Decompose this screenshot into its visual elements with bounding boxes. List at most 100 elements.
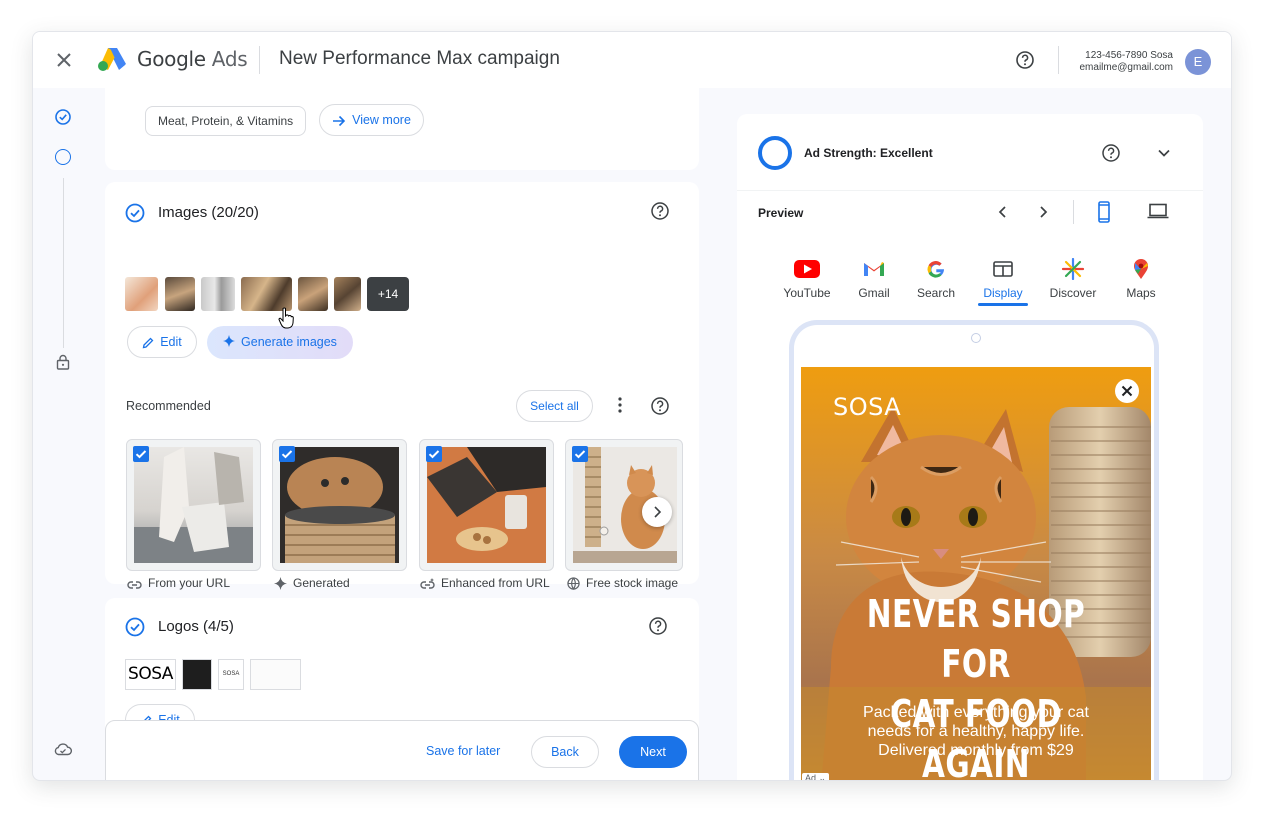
ad-body-text: Packed with everything your cat needs fo…: [801, 703, 1151, 760]
pencil-icon: [142, 337, 154, 349]
channel-tab-search[interactable]: Search: [905, 258, 967, 300]
image-thumbnail[interactable]: [241, 277, 292, 311]
help-icon[interactable]: [1101, 143, 1121, 163]
logo-thumbnail[interactable]: SOSA: [218, 659, 244, 690]
save-for-later-button[interactable]: Save for later: [426, 744, 500, 758]
recommended-caption: Enhanced from URL: [420, 576, 550, 590]
link-enhanced-icon: [420, 578, 435, 589]
display-ad-preview: SOSA NEVER SHOP FOR CAT FOOD AGAIN Packe…: [801, 367, 1151, 780]
category-chip[interactable]: Meat, Protein, & Vitamins: [145, 106, 307, 136]
channel-tab-discover[interactable]: Discover: [1042, 258, 1104, 300]
edit-images-button[interactable]: Edit: [127, 326, 197, 358]
image-thumbnail[interactable]: [125, 277, 158, 311]
google-icon: [927, 261, 945, 278]
phone-camera: [971, 333, 981, 343]
checkbox-checked-icon[interactable]: [133, 446, 149, 462]
page-title: New Performance Max campaign: [279, 48, 560, 69]
channel-tab-youtube[interactable]: YouTube: [776, 258, 838, 300]
image-thumbnail[interactable]: [334, 277, 361, 311]
header-divider: [259, 46, 260, 74]
chevron-left-icon[interactable]: [996, 205, 1010, 219]
close-icon[interactable]: [53, 49, 75, 71]
more-options-icon[interactable]: [616, 396, 624, 414]
avatar[interactable]: E: [1185, 49, 1211, 75]
section-complete-icon: [125, 617, 145, 637]
channel-tab-gmail[interactable]: Gmail: [843, 258, 905, 300]
recommended-caption: Generated: [274, 576, 350, 590]
next-button[interactable]: Next: [619, 736, 687, 768]
image-thumbnail[interactable]: [201, 277, 235, 311]
select-all-button[interactable]: Select all: [516, 390, 593, 422]
brand-name: Google Ads: [137, 47, 248, 71]
generate-label: Generate images: [241, 335, 337, 349]
ad-close-button[interactable]: [1115, 379, 1139, 403]
account-phone: 123-456-7890 Sosa: [1085, 50, 1173, 61]
cloud-saved-icon: [54, 743, 72, 756]
step-complete-icon[interactable]: [55, 109, 71, 125]
sparkle-icon: [223, 335, 236, 347]
image-thumbnail[interactable]: [298, 277, 328, 311]
back-button[interactable]: Back: [531, 736, 599, 768]
top-bar: Google Ads New Performance Max campaign …: [33, 32, 1231, 88]
gmail-icon: [864, 262, 884, 276]
help-icon[interactable]: [648, 616, 668, 636]
channel-label: Display: [983, 286, 1023, 300]
step-connector: [63, 178, 64, 348]
arrow-right-icon: [333, 115, 346, 126]
view-more-label: View more: [352, 113, 411, 127]
view-more-button[interactable]: View more: [319, 104, 424, 136]
channel-tab-display[interactable]: Display: [972, 258, 1034, 306]
display-icon: [993, 261, 1013, 277]
checkbox-checked-icon[interactable]: [426, 446, 442, 462]
lock-icon: [56, 354, 70, 370]
section-complete-icon: [125, 203, 145, 223]
channel-tab-maps[interactable]: Maps: [1110, 258, 1172, 300]
ad-badge: Ad ⌄: [802, 773, 830, 780]
maps-icon: [1134, 259, 1148, 279]
recommended-image-card[interactable]: [272, 439, 407, 571]
help-icon[interactable]: [650, 201, 670, 221]
channel-label: YouTube: [783, 286, 831, 300]
logo-thumbnail[interactable]: SOSA: [125, 659, 176, 690]
ad-strength-label: Ad Strength: Excellent: [804, 146, 933, 160]
help-icon[interactable]: [650, 396, 670, 416]
checkbox-checked-icon[interactable]: [279, 446, 295, 462]
logo-thumbnail[interactable]: [250, 659, 301, 690]
ad-headline-line: NEVER SHOP FOR: [866, 592, 1086, 686]
channel-label: Discover: [1049, 286, 1097, 300]
youtube-icon: [794, 260, 820, 278]
sparkle-icon: [274, 577, 287, 590]
recommended-image-card[interactable]: [419, 439, 554, 571]
more-images-badge[interactable]: +14: [367, 277, 409, 311]
mobile-device-icon[interactable]: [1097, 201, 1111, 223]
app-window: Google Ads New Performance Max campaign …: [32, 31, 1232, 781]
recommended-label: Recommended: [126, 399, 211, 413]
hand-pointer-icon: [278, 307, 294, 329]
globe-icon: [567, 577, 580, 591]
desktop-device-icon[interactable]: [1147, 203, 1169, 219]
chevron-down-icon[interactable]: [1156, 145, 1172, 161]
phone-preview-frame: SOSA NEVER SHOP FOR CAT FOOD AGAIN Packe…: [789, 320, 1159, 780]
divider: [737, 190, 1203, 191]
footer-bar: Save for later Back Next: [105, 720, 699, 780]
discover-icon: [1061, 258, 1085, 280]
chevron-right-icon[interactable]: [1036, 205, 1050, 219]
help-icon[interactable]: [1015, 50, 1035, 70]
divider: [1073, 200, 1074, 224]
recommended-caption: Free stock image: [567, 576, 678, 591]
step-current-icon[interactable]: [55, 149, 71, 165]
preview-label: Preview: [758, 206, 804, 220]
account-info[interactable]: 123-456-7890 Sosa emailme@gmail.com: [1073, 50, 1173, 74]
generate-images-button[interactable]: Generate images: [207, 326, 353, 359]
account-email: emailme@gmail.com: [1079, 62, 1173, 73]
active-tab-indicator: [978, 303, 1028, 306]
checkbox-checked-icon[interactable]: [572, 446, 588, 462]
logo-thumbnail[interactable]: [182, 659, 212, 690]
recommended-photo: [134, 447, 253, 563]
google-ads-logo-icon: [98, 48, 126, 71]
edit-label: Edit: [160, 335, 182, 349]
recommended-image-card[interactable]: [126, 439, 261, 571]
image-thumbnail[interactable]: [165, 277, 195, 311]
channel-label: Gmail: [858, 286, 890, 300]
carousel-next-button[interactable]: [642, 497, 672, 527]
